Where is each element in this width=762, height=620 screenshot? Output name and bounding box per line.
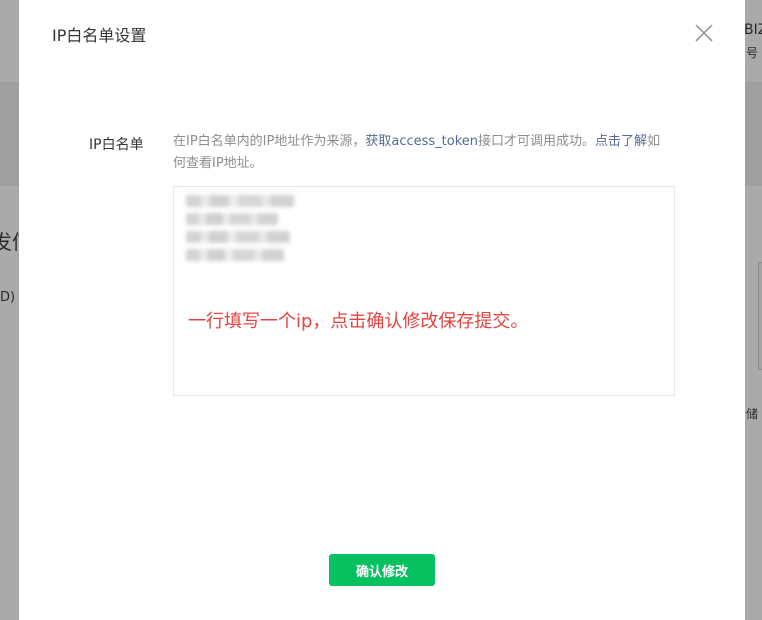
- ip-whitelist-label: IP白名单: [89, 137, 144, 153]
- ip-whitelist-description: 在IP白名单内的IP地址作为来源，获取access_token接口才可调用成功。…: [173, 131, 673, 175]
- background-text-d: D): [0, 290, 16, 305]
- background-text-biz: BIZ: [744, 22, 762, 38]
- close-icon[interactable]: [693, 22, 715, 44]
- desc-text-2: 接口才可调用成功。: [478, 134, 596, 149]
- dialog-title: IP白名单设置: [52, 26, 147, 45]
- instruction-note: 一行填写一个ip，点击确认修改保存提交。: [188, 311, 529, 332]
- blurred-ip-line: [186, 213, 278, 225]
- blurred-ip-line: [186, 231, 290, 243]
- learn-more-link[interactable]: 点击了解: [595, 134, 647, 149]
- ip-whitelist-dialog: IP白名单设置 IP白名单 在IP白名单内的IP地址作为来源，获取access_…: [19, 0, 745, 620]
- desc-text-1: 在IP白名单内的IP地址作为来源，: [173, 134, 366, 149]
- blurred-ip-line: [186, 249, 284, 261]
- background-text-chu: 储: [746, 407, 759, 421]
- access-token-link[interactable]: 获取access_token: [365, 134, 478, 149]
- background-text-hao: 号: [746, 46, 759, 60]
- blurred-ip-line: [186, 195, 294, 207]
- background-panel: [758, 262, 762, 370]
- ip-whitelist-textarea[interactable]: 一行填写一个ip，点击确认修改保存提交。: [173, 186, 675, 396]
- confirm-modify-button[interactable]: 确认修改: [329, 554, 435, 586]
